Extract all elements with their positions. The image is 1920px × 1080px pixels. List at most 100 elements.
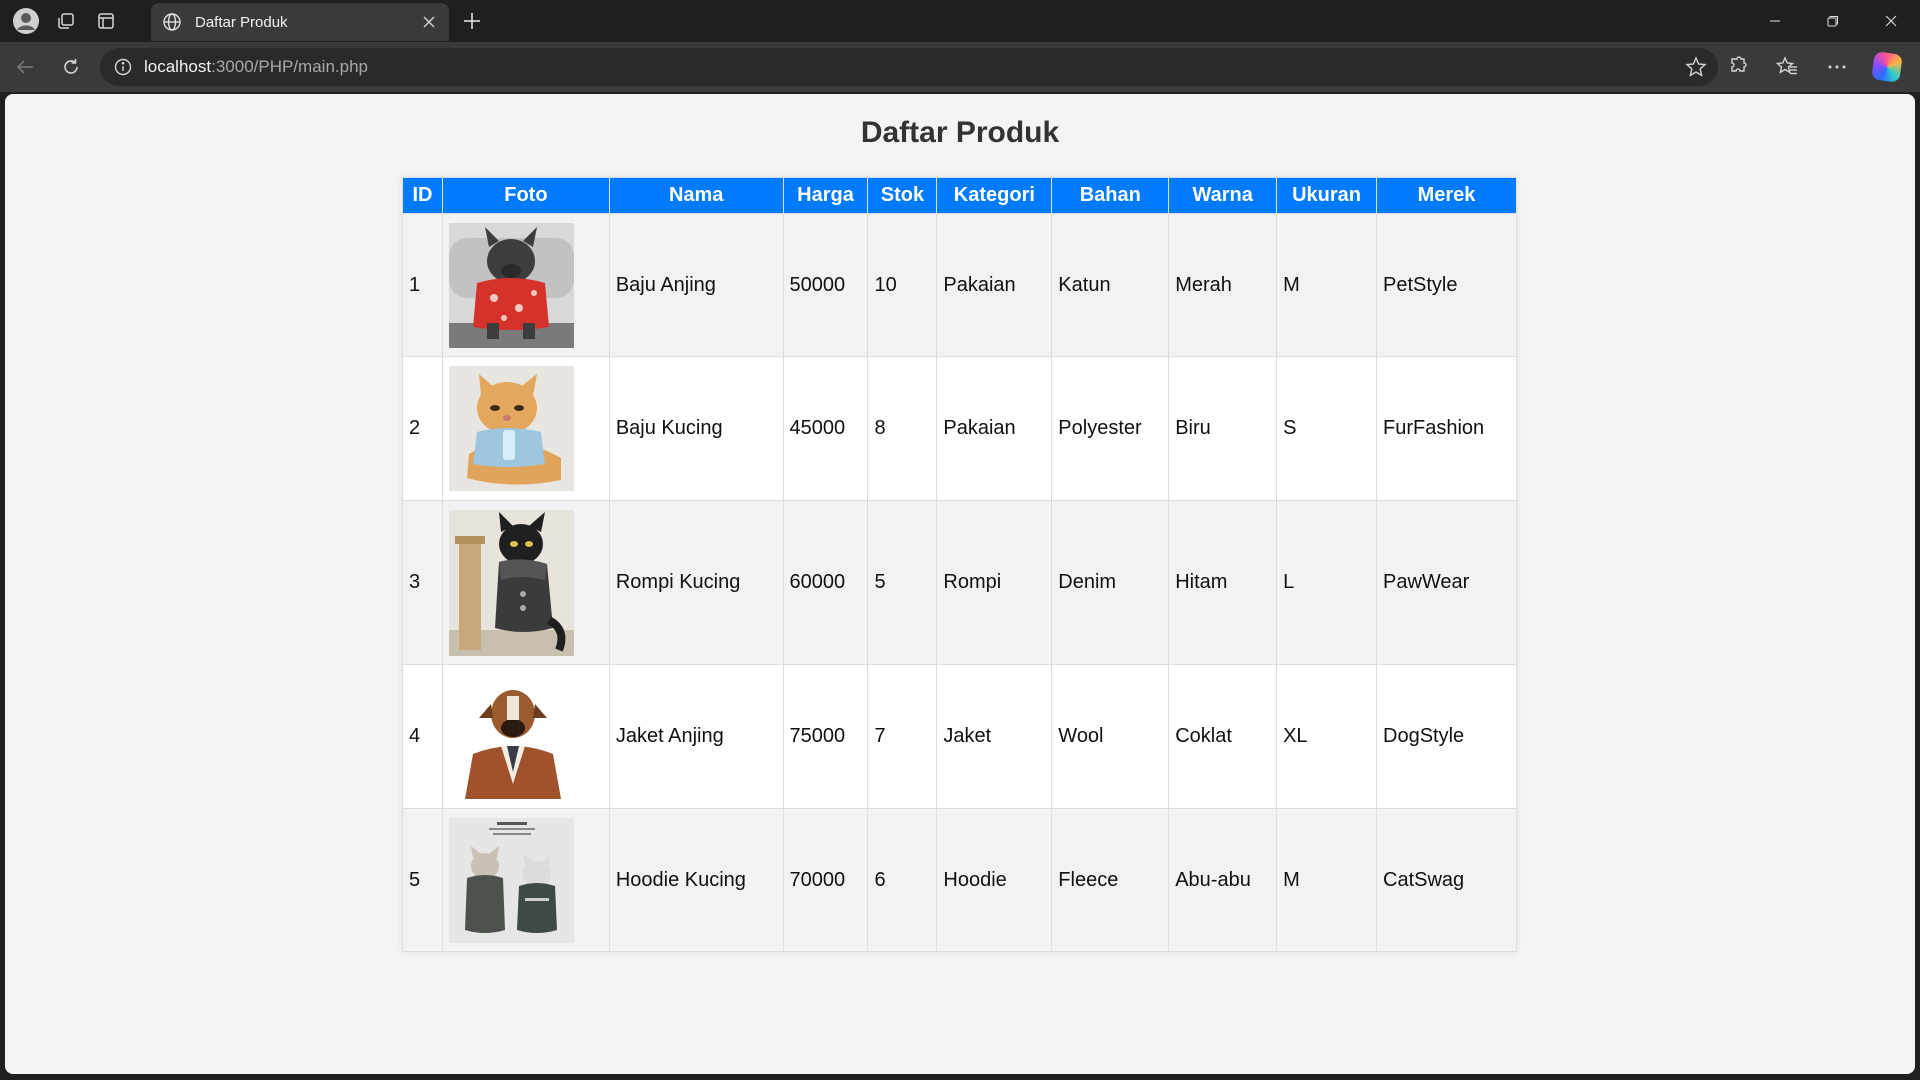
- cell-foto: [441, 356, 610, 501]
- cell-nama: Baju Kucing: [608, 356, 784, 501]
- tab-daftar-produk[interactable]: Daftar Produk: [151, 3, 449, 41]
- browser-toolbar: localhost:3000/PHP/main.php: [0, 42, 1920, 92]
- cell-harga: 75000: [782, 664, 869, 809]
- product-photo-dog-jacket: [448, 674, 574, 799]
- page-viewport: Daftar Produk ID Foto Nama Harga Stok Ka…: [5, 94, 1915, 1074]
- cell-harga: 45000: [782, 356, 869, 501]
- url-host: localhost: [144, 57, 212, 76]
- product-photo-dog-sweater: [448, 222, 574, 348]
- table-row: 4 Jaket Anjing 75000 7 Jaket Wool Coklat…: [402, 664, 1517, 809]
- header-warna: Warna: [1168, 177, 1278, 214]
- cell-harga: 60000: [782, 500, 869, 665]
- cell-id: 4: [402, 664, 443, 809]
- address-bar[interactable]: localhost:3000/PHP/main.php: [100, 48, 1718, 86]
- header-merek: Merek: [1376, 177, 1517, 214]
- cell-merek: DogStyle: [1376, 664, 1517, 809]
- cell-merek: FurFashion: [1376, 356, 1517, 501]
- product-photo-cat-hoodies: [448, 817, 574, 943]
- cell-warna: Merah: [1168, 213, 1278, 357]
- favorite-star-icon[interactable]: [1684, 55, 1708, 79]
- minimize-icon[interactable]: [1746, 0, 1804, 42]
- cell-kategori: Pakaian: [936, 213, 1053, 357]
- site-info-icon[interactable]: [112, 56, 134, 78]
- cell-ukuran: L: [1276, 500, 1377, 665]
- close-window-icon[interactable]: [1862, 0, 1920, 42]
- cell-ukuran: M: [1276, 213, 1377, 357]
- cell-kategori: Pakaian: [936, 356, 1053, 501]
- cell-nama: Jaket Anjing: [608, 664, 784, 809]
- toolbar-right: [1712, 42, 1920, 92]
- header-kategori: Kategori: [936, 177, 1053, 214]
- cell-merek: CatSwag: [1376, 808, 1517, 952]
- cell-nama: Hoodie Kucing: [608, 808, 784, 952]
- cell-bahan: Fleece: [1051, 808, 1170, 952]
- table-header-row: ID Foto Nama Harga Stok Kategori Bahan W…: [402, 177, 1517, 214]
- workspaces-icon[interactable]: [46, 1, 86, 41]
- cell-ukuran: XL: [1276, 664, 1377, 809]
- cell-id: 1: [402, 213, 443, 357]
- product-table: ID Foto Nama Harga Stok Kategori Bahan W…: [402, 177, 1517, 952]
- favorites-icon[interactable]: [1762, 44, 1812, 90]
- restore-icon[interactable]: [1804, 0, 1862, 42]
- cell-stok: 7: [867, 664, 938, 809]
- cell-harga: 50000: [782, 213, 869, 357]
- cell-foto: [441, 664, 610, 809]
- header-nama: Nama: [608, 177, 784, 214]
- cell-warna: Abu-abu: [1168, 808, 1278, 952]
- header-foto: Foto: [441, 177, 610, 214]
- cell-id: 5: [402, 808, 443, 952]
- cell-foto: [441, 500, 610, 665]
- cell-warna: Biru: [1168, 356, 1278, 501]
- cell-foto: [441, 808, 610, 952]
- cell-nama: Baju Anjing: [608, 213, 784, 357]
- cell-merek: PawWear: [1376, 500, 1517, 665]
- browser-tab-bar: Daftar Produk: [0, 0, 1920, 42]
- cell-harga: 70000: [782, 808, 869, 952]
- cell-kategori: Rompi: [936, 500, 1053, 665]
- cell-id: 2: [402, 356, 443, 501]
- cell-kategori: Hoodie: [936, 808, 1053, 952]
- back-arrow-icon[interactable]: [2, 44, 48, 90]
- cell-warna: Hitam: [1168, 500, 1278, 665]
- cell-bahan: Katun: [1051, 213, 1170, 357]
- header-id: ID: [402, 177, 443, 214]
- copilot-icon[interactable]: [1862, 44, 1912, 90]
- tab-title: Daftar Produk: [195, 13, 288, 31]
- cell-ukuran: M: [1276, 808, 1377, 952]
- globe-icon: [161, 11, 183, 33]
- cell-merek: PetStyle: [1376, 213, 1517, 357]
- cell-id: 3: [402, 500, 443, 665]
- cell-bahan: Denim: [1051, 500, 1170, 665]
- cell-bahan: Wool: [1051, 664, 1170, 809]
- cell-stok: 6: [867, 808, 938, 952]
- table-row: 2 Baju Kucing 45000 8 Pakaian Polyester …: [402, 356, 1517, 501]
- cell-nama: Rompi Kucing: [608, 500, 784, 665]
- url-path: :3000/PHP/main.php: [211, 57, 368, 76]
- cell-stok: 5: [867, 500, 938, 665]
- table-row: 3 Rompi Kucing 60000 5 Rompi Denim Hitam…: [402, 500, 1517, 665]
- cell-ukuran: S: [1276, 356, 1377, 501]
- product-photo-cat-vest: [448, 509, 574, 656]
- cell-bahan: Polyester: [1051, 356, 1170, 501]
- new-tab-icon[interactable]: [452, 1, 492, 41]
- header-stok: Stok: [867, 177, 938, 214]
- cell-foto: [441, 213, 610, 357]
- table-row: 1 Baju Anjing 50000 10 Pakaian Katun Mer…: [402, 213, 1517, 357]
- cell-warna: Coklat: [1168, 664, 1278, 809]
- cell-kategori: Jaket: [936, 664, 1053, 809]
- extensions-icon[interactable]: [1712, 44, 1762, 90]
- page-title: Daftar Produk: [860, 116, 1060, 149]
- header-bahan: Bahan: [1051, 177, 1170, 214]
- refresh-icon[interactable]: [48, 44, 94, 90]
- close-tab-icon[interactable]: [419, 12, 439, 32]
- product-photo-cat-sweater: [448, 366, 574, 491]
- tab-actions-icon[interactable]: [86, 1, 126, 41]
- cell-stok: 10: [867, 213, 938, 357]
- table-row: 5 Hoodie Kucing 70000 6 Hoodie Fleece Ab…: [402, 808, 1517, 952]
- profile-icon[interactable]: [6, 1, 46, 41]
- more-options-icon[interactable]: [1812, 44, 1862, 90]
- window-controls: [1746, 0, 1920, 42]
- header-ukuran: Ukuran: [1276, 177, 1377, 214]
- header-harga: Harga: [782, 177, 869, 214]
- cell-stok: 8: [867, 356, 938, 501]
